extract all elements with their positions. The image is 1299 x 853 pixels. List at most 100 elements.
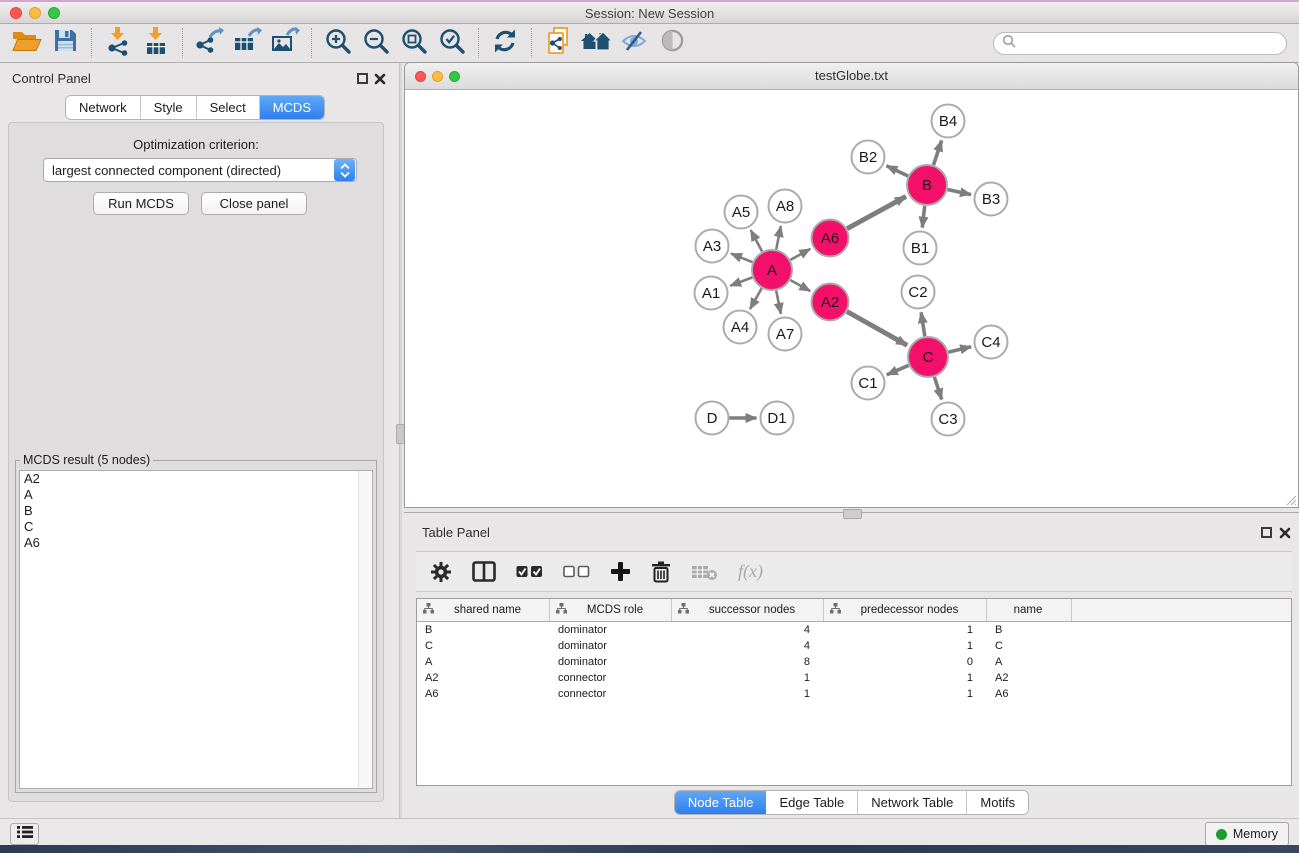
column-header-name[interactable]: name bbox=[987, 599, 1072, 621]
edge-C-C3[interactable] bbox=[934, 377, 941, 400]
table-cell: 1 bbox=[824, 670, 987, 686]
table-row[interactable]: Adominator80A bbox=[417, 654, 1291, 670]
add-column-icon[interactable] bbox=[610, 561, 631, 582]
table-cell: connector bbox=[550, 686, 672, 702]
network-graph: B4B2BB3A8A5A6A3B1AA1C2A2A4A7C4CC1C3DD1 bbox=[406, 90, 1299, 508]
open-file-button[interactable] bbox=[8, 26, 46, 60]
table-panel-close-button[interactable] bbox=[1279, 526, 1291, 544]
table-tab-node-table[interactable]: Node Table bbox=[675, 791, 767, 814]
toolbar-separator bbox=[531, 28, 532, 58]
split-columns-icon[interactable] bbox=[472, 561, 496, 582]
edge-B-B4[interactable] bbox=[934, 141, 942, 166]
edge-C-C2[interactable] bbox=[921, 312, 925, 336]
select-all-icon[interactable] bbox=[516, 565, 543, 578]
table-cell: A2 bbox=[987, 670, 1072, 686]
column-header-predecessor-nodes[interactable]: predecessor nodes bbox=[824, 599, 987, 621]
edge-B-B1[interactable] bbox=[922, 206, 924, 228]
edge-A2-C[interactable] bbox=[847, 312, 907, 346]
table-row[interactable]: Cdominator41C bbox=[417, 638, 1291, 654]
table-cell: A6 bbox=[987, 686, 1072, 702]
table-row[interactable]: A6connector11A6 bbox=[417, 686, 1291, 702]
criterion-select[interactable]: largest connected component (directed) bbox=[43, 158, 357, 182]
column-header-successor-nodes[interactable]: successor nodes bbox=[672, 599, 824, 621]
tab-style[interactable]: Style bbox=[141, 96, 197, 119]
table-cell: A bbox=[987, 654, 1072, 670]
zoom-in-button[interactable] bbox=[319, 26, 357, 60]
zoom-out-button[interactable] bbox=[357, 26, 395, 60]
mcds-result-item[interactable]: B bbox=[20, 503, 372, 519]
table-tab-motifs[interactable]: Motifs bbox=[967, 791, 1028, 814]
zoom-fit-button[interactable] bbox=[395, 26, 433, 60]
table-cell: dominator bbox=[550, 654, 672, 670]
edge-A6-B[interactable] bbox=[847, 197, 906, 229]
app-titlebar[interactable]: Session: New Session bbox=[0, 2, 1299, 24]
tab-select[interactable]: Select bbox=[197, 96, 260, 119]
edge-A-A6[interactable] bbox=[790, 249, 810, 260]
save-session-button[interactable] bbox=[46, 26, 84, 60]
table-tab-edge-table[interactable]: Edge Table bbox=[766, 791, 858, 814]
table-panel-float-button[interactable] bbox=[1261, 527, 1272, 538]
network-window-resize-grip[interactable] bbox=[1284, 493, 1297, 506]
table-cell: dominator bbox=[550, 622, 672, 638]
zoom-selected-button[interactable] bbox=[433, 26, 471, 60]
mcds-result-item[interactable]: A bbox=[20, 487, 372, 503]
horizontal-split-grip[interactable] bbox=[843, 509, 862, 519]
edge-A-A7[interactable] bbox=[776, 291, 781, 314]
mcds-result-item[interactable]: A2 bbox=[20, 471, 372, 487]
table-cell: 4 bbox=[672, 622, 824, 638]
deselect-all-icon[interactable] bbox=[563, 565, 590, 578]
export-network-button[interactable] bbox=[190, 26, 228, 60]
hide-eye-button[interactable] bbox=[615, 26, 653, 60]
edge-B-B2[interactable] bbox=[887, 166, 909, 176]
column-header-filler bbox=[1072, 599, 1291, 621]
edge-A-A3[interactable] bbox=[731, 254, 753, 263]
table-tab-network-table[interactable]: Network Table bbox=[858, 791, 967, 814]
delete-column-icon[interactable] bbox=[651, 561, 671, 583]
criterion-select-value: largest connected component (directed) bbox=[44, 163, 334, 178]
edge-C-C4[interactable] bbox=[948, 347, 971, 352]
refresh-button[interactable] bbox=[486, 26, 524, 60]
edge-A-A5[interactable] bbox=[751, 230, 762, 251]
edge-B-B3[interactable] bbox=[948, 190, 972, 195]
mcds-result-list[interactable]: A2ABCA6 bbox=[19, 470, 373, 789]
edge-A-A1[interactable] bbox=[730, 277, 752, 285]
run-mcds-button[interactable]: Run MCDS bbox=[93, 192, 189, 215]
clone-network-button[interactable] bbox=[539, 26, 577, 60]
main-toolbar bbox=[0, 24, 1299, 63]
network-window-titlebar[interactable]: testGlobe.txt bbox=[405, 63, 1298, 90]
table-panel-title: Table Panel bbox=[422, 525, 490, 540]
table-row[interactable]: A2connector11A2 bbox=[417, 670, 1291, 686]
column-header-shared-name[interactable]: shared name bbox=[417, 599, 550, 621]
close-panel-button[interactable]: Close panel bbox=[201, 192, 307, 215]
memory-button[interactable]: Memory bbox=[1205, 822, 1289, 846]
import-table-button[interactable] bbox=[137, 26, 175, 60]
edge-A-A4[interactable] bbox=[750, 288, 762, 309]
table-panel-tabs: Node TableEdge TableNetwork TableMotifs bbox=[404, 790, 1299, 815]
mcds-result-item[interactable]: A6 bbox=[20, 535, 372, 551]
column-header-label: name bbox=[993, 604, 1071, 616]
node-label-D: D bbox=[707, 410, 718, 427]
control-panel-float-button[interactable] bbox=[357, 73, 368, 84]
export-table-icon bbox=[232, 27, 262, 60]
edge-C-C1[interactable] bbox=[887, 365, 909, 375]
task-history-button[interactable] bbox=[10, 823, 39, 845]
mcds-result-scrollbar[interactable] bbox=[358, 471, 372, 788]
edge-A-A2[interactable] bbox=[790, 280, 810, 291]
search-input[interactable] bbox=[1016, 35, 1286, 52]
table-row[interactable]: Bdominator41B bbox=[417, 622, 1291, 638]
tab-mcds[interactable]: MCDS bbox=[260, 96, 324, 119]
view-eye-button[interactable] bbox=[653, 26, 691, 60]
import-network-button[interactable] bbox=[99, 26, 137, 60]
mcds-result-item[interactable]: C bbox=[20, 519, 372, 535]
function-builder-icon[interactable]: f(x) bbox=[738, 561, 763, 582]
export-table-button[interactable] bbox=[228, 26, 266, 60]
network-canvas[interactable]: B4B2BB3A8A5A6A3B1AA1C2A2A4A7C4CC1C3DD1 bbox=[406, 90, 1297, 506]
column-header-MCDS-role[interactable]: MCDS role bbox=[550, 599, 672, 621]
homes-button[interactable] bbox=[577, 26, 615, 60]
delete-table-icon[interactable] bbox=[691, 563, 718, 581]
gear-icon[interactable] bbox=[430, 561, 452, 583]
tab-network[interactable]: Network bbox=[66, 96, 141, 119]
edge-A-A8[interactable] bbox=[776, 226, 781, 249]
control-panel-close-button[interactable] bbox=[374, 72, 386, 90]
export-image-button[interactable] bbox=[266, 26, 304, 60]
